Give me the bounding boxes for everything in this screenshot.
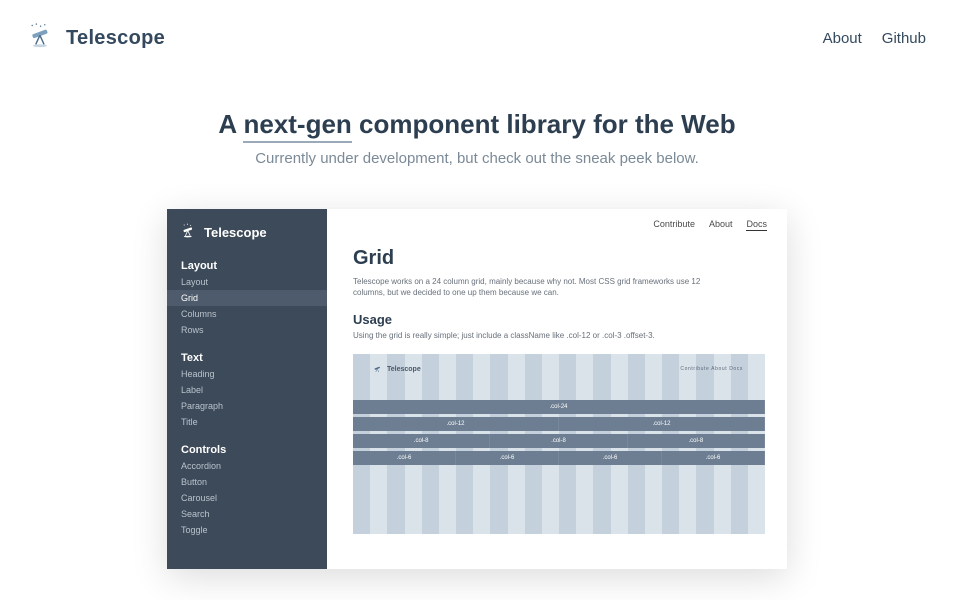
grid-row: .col-6.col-6.col-6.col-6 <box>353 451 765 465</box>
grid-row: .col-24 <box>353 400 765 414</box>
brand-text: Telescope <box>66 27 165 50</box>
grid-cell: .col-12 <box>353 417 559 431</box>
grid-cell: .col-6 <box>456 451 559 465</box>
grid-demo-nav: Contribute About Docs <box>680 366 743 372</box>
hero-pre: A <box>218 109 236 139</box>
sidebar-item-toggle[interactable]: Toggle <box>167 522 327 538</box>
content-nav: Contribute About Docs <box>653 219 767 231</box>
sidebar-group-title: Layout <box>167 256 327 274</box>
grid-cell: .col-8 <box>490 434 627 448</box>
sidebar-item-layout[interactable]: Layout <box>167 274 327 290</box>
sidebar-item-accordion[interactable]: Accordion <box>167 458 327 474</box>
grid-demo-brand: Telescope <box>373 364 421 374</box>
sidebar-item-columns[interactable]: Columns <box>167 306 327 322</box>
brand[interactable]: Telescope <box>28 22 165 55</box>
cnav-about[interactable]: About <box>709 219 733 231</box>
sidebar-group-title: Controls <box>167 440 327 458</box>
grid-demo-brand-text: Telescope <box>387 366 421 373</box>
grid-cell: .col-6 <box>353 451 456 465</box>
sidebar-item-carousel[interactable]: Carousel <box>167 490 327 506</box>
screenshot-preview: Telescope LayoutLayoutGridColumnsRowsTex… <box>167 209 787 569</box>
grid-cell: .col-24 <box>353 400 765 414</box>
top-nav: About Github <box>823 30 926 47</box>
sidebar-item-heading[interactable]: Heading <box>167 366 327 382</box>
sidebar-group-title: Text <box>167 348 327 366</box>
hero-sub: Currently under development, but check o… <box>0 150 954 167</box>
sidebar: Telescope LayoutLayoutGridColumnsRowsTex… <box>167 209 327 569</box>
usage-title: Usage <box>353 312 765 327</box>
sidebar-item-button[interactable]: Button <box>167 474 327 490</box>
sidebar-item-label[interactable]: Label <box>167 382 327 398</box>
page-title: Grid <box>353 247 765 270</box>
hero-post: component library for the Web <box>359 109 736 139</box>
grid-row: .col-8.col-8.col-8 <box>353 434 765 448</box>
grid-cell: .col-6 <box>559 451 662 465</box>
sidebar-item-rows[interactable]: Rows <box>167 322 327 338</box>
hero: A next-gen component library for the Web… <box>0 109 954 167</box>
grid-cell: .col-6 <box>662 451 765 465</box>
sidebar-item-title[interactable]: Title <box>167 414 327 430</box>
grid-cell: .col-12 <box>559 417 765 431</box>
hero-highlight: next-gen <box>243 109 351 143</box>
sidebar-item-paragraph[interactable]: Paragraph <box>167 398 327 414</box>
cnav-contribute[interactable]: Contribute <box>653 219 695 231</box>
grid-cell: .col-8 <box>353 434 490 448</box>
grid-demo: Telescope Contribute About Docs .col-24.… <box>353 354 765 534</box>
telescope-icon <box>181 223 197 242</box>
grid-cell: .col-8 <box>628 434 765 448</box>
page-desc: Telescope works on a 24 column grid, mai… <box>353 276 733 298</box>
telescope-icon <box>28 22 56 55</box>
nav-about[interactable]: About <box>823 30 862 47</box>
sidebar-item-search[interactable]: Search <box>167 506 327 522</box>
sidebar-brand-text: Telescope <box>204 225 267 240</box>
grid-row: .col-12.col-12 <box>353 417 765 431</box>
cnav-docs[interactable]: Docs <box>746 219 767 231</box>
sidebar-brand[interactable]: Telescope <box>167 223 327 242</box>
nav-github[interactable]: Github <box>882 30 926 47</box>
hero-title: A next-gen component library for the Web <box>0 109 954 140</box>
content: Contribute About Docs Grid Telescope wor… <box>327 209 787 569</box>
usage-desc: Using the grid is really simple; just in… <box>353 331 765 340</box>
topbar: Telescope About Github <box>0 0 954 65</box>
sidebar-item-grid[interactable]: Grid <box>167 290 327 306</box>
